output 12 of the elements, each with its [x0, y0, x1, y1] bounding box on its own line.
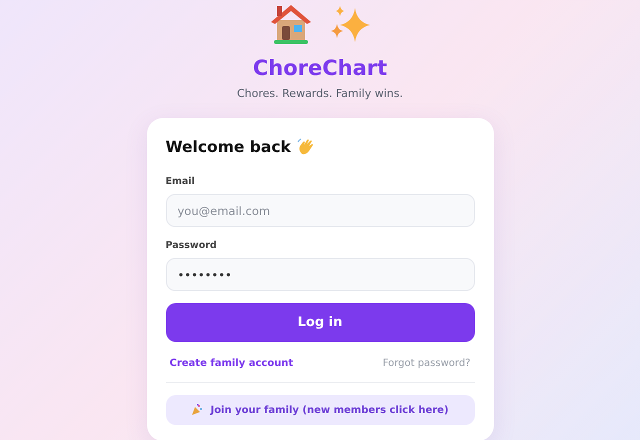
password-field[interactable]: ••••••••: [166, 258, 474, 292]
waving-hand-icon: [296, 138, 315, 156]
party-popper-icon: [191, 404, 204, 416]
field-label: Email: [166, 174, 196, 189]
field-label: Password: [166, 239, 218, 254]
create-account-link[interactable]: Create family account: [170, 356, 294, 372]
welcome-heading: Welcome back: [166, 136, 291, 158]
login-button[interactable]: Log in: [166, 303, 474, 342]
email-field[interactable]: you@email.com: [166, 194, 474, 228]
app-title: ChoreChart: [252, 56, 388, 82]
tagline: Chores. Rewards. Family wins.: [236, 86, 404, 102]
join-family-button[interactable]: Join your family (new members click here): [166, 395, 474, 426]
